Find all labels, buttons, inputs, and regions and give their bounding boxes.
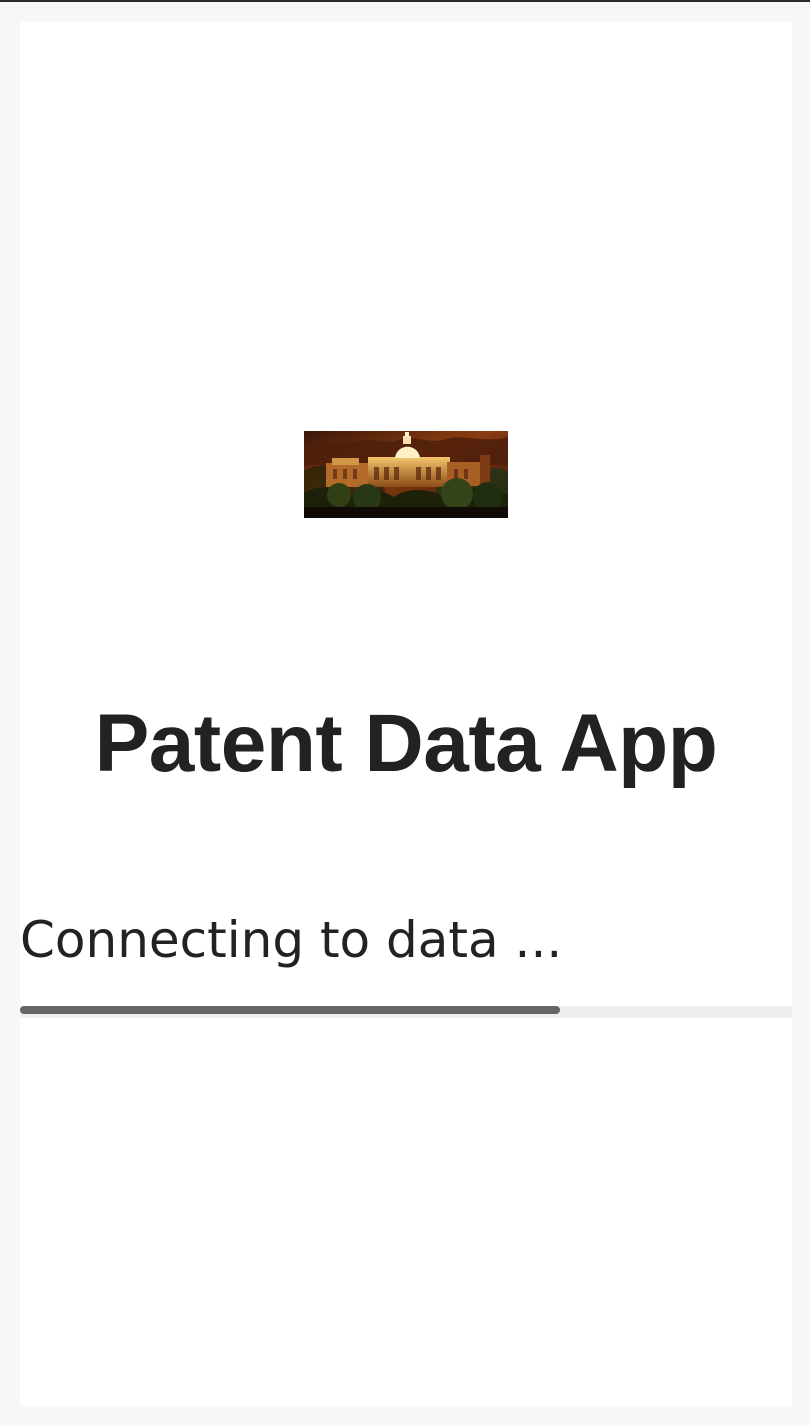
loading-progress-fill <box>20 1006 561 1014</box>
app-title: Patent Data App <box>94 698 718 789</box>
building-photo-image <box>304 431 508 518</box>
loading-progress-bar <box>20 1006 792 1018</box>
loading-status: Connecting to data ... <box>20 911 563 969</box>
top-border <box>0 0 810 2</box>
splash-screen: Patent Data App Connecting to data ... <box>20 22 792 1406</box>
